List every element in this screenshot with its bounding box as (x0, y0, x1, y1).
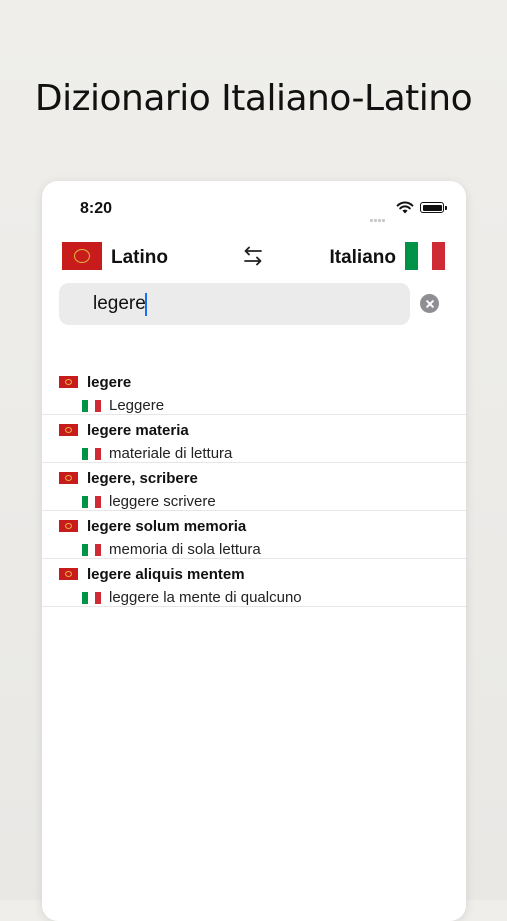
latin-flag-icon (59, 520, 78, 532)
latin-term: legere (87, 374, 132, 391)
italian-flag-icon (82, 592, 101, 604)
promo-headline: Dizionario Italiano-Latino (34, 78, 473, 119)
cellular-signal-icon (370, 209, 386, 227)
swap-arrows-icon[interactable] (241, 244, 265, 268)
list-item[interactable]: legere, scribere leggere scrivere (42, 463, 466, 511)
italian-translation: leggere la mente di qualcuno (109, 589, 302, 606)
latin-flag-icon (59, 568, 78, 580)
list-item[interactable]: legere materia materiale di lettura (42, 415, 466, 463)
italian-translation: Leggere (109, 397, 165, 414)
list-item[interactable]: legere aliquis mentem leggere la mente d… (42, 559, 466, 607)
latin-flag-icon (62, 242, 102, 270)
language-selector: Latino Italiano (42, 239, 466, 275)
results-list: legere Leggere legere materia materiale … (42, 367, 466, 607)
list-item[interactable]: legere solum memoria memoria di sola let… (42, 511, 466, 559)
target-language-button[interactable]: Italiano (329, 247, 396, 269)
italian-translation: leggere scrivere (109, 493, 216, 510)
battery-icon (420, 202, 447, 213)
latin-flag-icon (59, 376, 78, 388)
latin-term: legere aliquis mentem (87, 566, 245, 583)
italian-flag-icon (405, 242, 445, 270)
italian-flag-icon (82, 544, 101, 556)
latin-term: legere solum memoria (87, 518, 247, 535)
latin-flag-icon (59, 424, 78, 436)
source-language-button[interactable]: Latino (111, 247, 168, 269)
clear-icon[interactable] (420, 294, 439, 313)
search-field[interactable] (59, 283, 410, 325)
search-input[interactable] (93, 293, 393, 315)
italian-translation: memoria di sola lettura (109, 541, 261, 558)
list-item[interactable]: legere Leggere (42, 367, 466, 415)
italian-flag-icon (82, 448, 101, 460)
wifi-icon (396, 201, 414, 214)
status-bar: 8:20 (42, 181, 466, 233)
latin-term: legere, scribere (87, 470, 198, 487)
latin-flag-icon (59, 472, 78, 484)
latin-term: legere materia (87, 422, 189, 439)
text-cursor (145, 293, 147, 316)
italian-flag-icon (82, 496, 101, 508)
status-time: 8:20 (80, 200, 113, 217)
italian-flag-icon (82, 400, 101, 412)
phone-screen: 8:20 Latino Italiano legere Leggere (42, 181, 466, 921)
italian-translation: materiale di lettura (109, 445, 233, 462)
